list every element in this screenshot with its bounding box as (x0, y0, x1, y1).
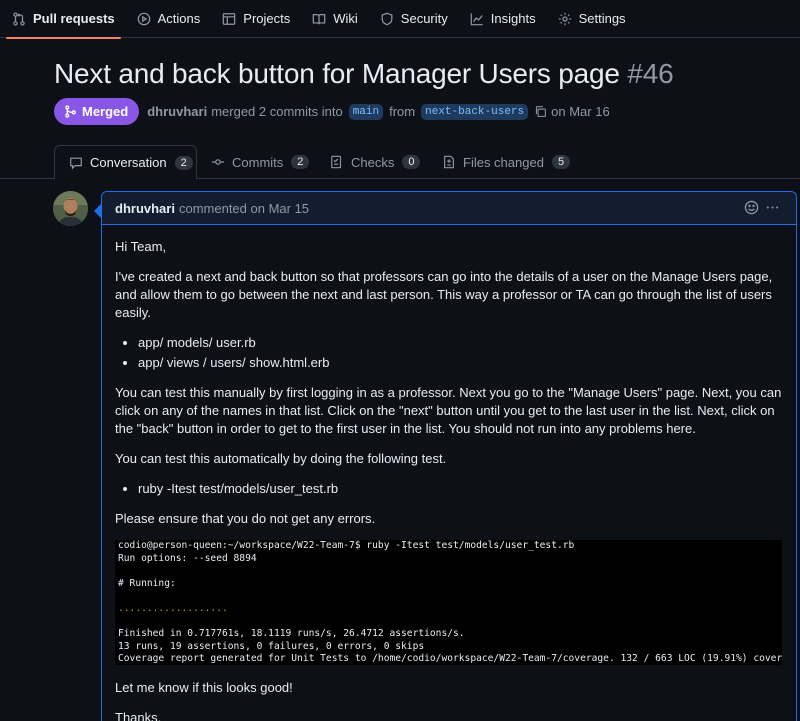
comment-timestamp[interactable]: commented on Mar 15 (179, 201, 309, 216)
smiley-icon[interactable] (744, 200, 759, 215)
tab-label: Checks (351, 154, 395, 170)
tab-counter: 2 (174, 155, 193, 170)
nav-label: Actions (157, 11, 201, 26)
nav-settings[interactable]: Settings (552, 0, 632, 38)
play-icon (137, 12, 150, 25)
comment-icon (70, 157, 82, 170)
list-item: ruby -Itest test/models/user_test.rb (138, 480, 782, 498)
terminal-line: codio@person-queen:~/workspace/W22-Team-… (118, 540, 575, 551)
tab-label: Conversation (90, 155, 167, 170)
terminal-screenshot: codio@person-queen:~/workspace/W22-Team-… (115, 540, 782, 665)
comment-header-actions (738, 200, 780, 215)
comment-paragraph: Let me know if this looks good! (115, 680, 293, 695)
merge-text: merged 2 commits into (211, 104, 343, 119)
checklist-icon (331, 155, 342, 169)
base-branch[interactable]: main (348, 103, 384, 120)
gear-icon (558, 12, 571, 25)
tab-label: Commits (232, 154, 284, 170)
comment-paragraph: You can test this manually by first logg… (115, 385, 782, 436)
nav-wiki[interactable]: Wiki (306, 0, 364, 38)
terminal-line: # Running: (118, 577, 176, 589)
comment-signoff: Thanks, (115, 710, 162, 721)
comment-paragraph: Please ensure that you do not get any er… (115, 511, 376, 526)
nav-label: Projects (243, 11, 291, 26)
shield-icon (381, 12, 393, 25)
pr-meta: Merged dhruvhari merged 2 commits into m… (54, 98, 610, 125)
comment-box: dhruvhari commented on Mar 15 Hi Team, I… (94, 191, 797, 721)
nav-label: Pull requests (33, 11, 115, 26)
tab-counter: 2 (291, 155, 310, 169)
pr-number: #46 (627, 58, 674, 89)
head-branch[interactable]: next-back-users (421, 103, 529, 120)
tab-conversation[interactable]: Conversation 2 (54, 145, 197, 180)
terminal-line: Coverage report generated for Unit Tests… (118, 653, 782, 665)
table-icon (222, 12, 236, 25)
comment-author-link[interactable]: dhruvhari (115, 201, 175, 216)
nav-insights[interactable]: Insights (464, 0, 542, 38)
git-pull-request-icon (13, 11, 25, 26)
nav-label: Security (400, 11, 448, 26)
merge-date: on Mar 16 (551, 104, 610, 119)
user-avatar-image (53, 191, 88, 226)
pr-tabs: Conversation 2 Commits 2 Checks 0 Files … (0, 145, 800, 180)
tab-counter: 0 (402, 155, 421, 169)
merge-author-link[interactable]: dhruvhari (147, 104, 207, 119)
nav-pull-requests[interactable]: Pull requests (6, 0, 121, 39)
comment-paragraph: I've created a next and back button so t… (115, 269, 773, 320)
tab-label: Files changed (463, 154, 544, 170)
repo-nav: Pull requests Actions Projects Wiki Secu… (0, 0, 800, 39)
merge-summary: dhruvhari merged 2 commits into main fro… (147, 103, 610, 120)
comment-greeting: Hi Team, (115, 239, 167, 254)
nav-projects[interactable]: Projects (216, 0, 296, 38)
nav-label: Settings (578, 11, 626, 26)
kebab-horizontal-icon[interactable] (765, 200, 780, 215)
terminal-line: ................... (118, 602, 228, 614)
nav-label: Insights (490, 11, 536, 26)
tab-counter: 5 (551, 155, 571, 169)
comment-header: dhruvhari commented on Mar 15 (102, 192, 796, 225)
from-text: from (389, 104, 416, 119)
merged-label: Merged (82, 104, 129, 119)
terminal-line: Run options: --seed 8894 (118, 552, 257, 564)
tab-files-changed[interactable]: Files changed 5 (442, 145, 571, 179)
nav-actions[interactable]: Actions (131, 0, 207, 38)
avatar[interactable] (53, 191, 88, 226)
pr-title: Next and back button for Manager Users p… (54, 58, 674, 90)
nav-security[interactable]: Security (374, 0, 454, 38)
terminal-line: 13 runs, 19 assertions, 0 failures, 0 er… (118, 640, 425, 652)
merged-status-badge: Merged (54, 98, 140, 125)
file-diff-icon (444, 155, 454, 169)
pr-title-text: Next and back button for Manager Users p… (54, 58, 620, 89)
commit-icon (211, 159, 225, 165)
test-list: ruby -Itest test/models/user_test.rb (138, 480, 782, 498)
file-list: app/ models/ user.rb app/ views / users/… (138, 334, 782, 372)
git-merge-icon (65, 105, 76, 118)
copy-icon[interactable] (534, 105, 547, 118)
nav-label: Wiki (333, 11, 358, 26)
comment-body: Hi Team, I've created a next and back bu… (102, 225, 796, 721)
tab-checks[interactable]: Checks 0 (330, 145, 421, 179)
comment-paragraph: You can test this automatically by doing… (115, 451, 447, 466)
book-icon (312, 13, 326, 24)
list-item: app/ views / users/ show.html.erb (138, 354, 782, 372)
tab-commits[interactable]: Commits 2 (211, 145, 310, 179)
graph-icon (470, 12, 483, 25)
terminal-line: Finished in 0.717761s, 18.1119 runs/s, 2… (118, 628, 465, 640)
list-item: app/ models/ user.rb (138, 334, 782, 352)
